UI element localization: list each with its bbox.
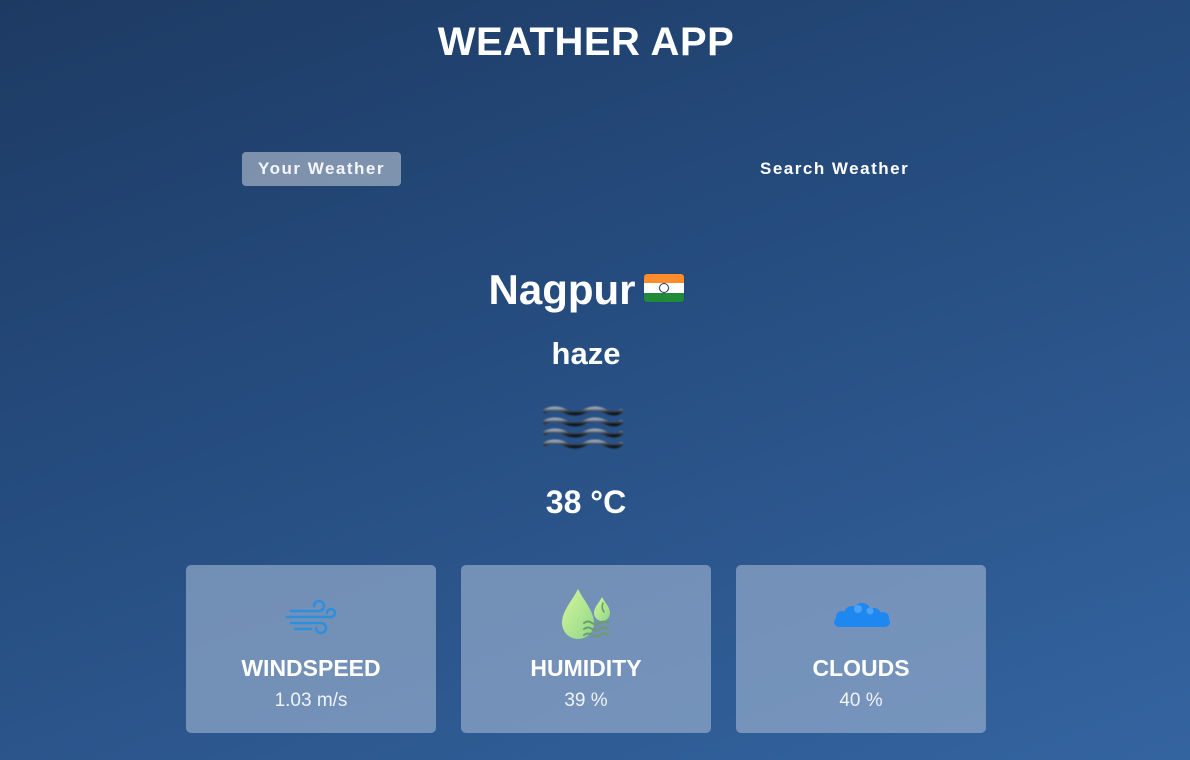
city-heading: Nagpur xyxy=(0,266,1172,314)
india-flag-icon xyxy=(643,274,684,302)
tab-search-weather[interactable]: Search Weather xyxy=(749,152,920,186)
weather-condition: haze xyxy=(551,336,621,371)
humidity-card: HUMIDITY 39 % xyxy=(461,565,711,733)
clouds-value: 40 % xyxy=(839,690,883,711)
windspeed-label: WINDSPEED xyxy=(241,655,381,681)
humidity-label: HUMIDITY xyxy=(530,655,642,681)
temperature: 38 °C xyxy=(545,484,627,520)
tab-your-weather[interactable]: Your Weather xyxy=(242,152,401,186)
windspeed-value: 1.03 m/s xyxy=(274,690,348,711)
haze-icon xyxy=(543,406,623,449)
humidity-icon xyxy=(562,589,610,639)
clouds-icon xyxy=(834,603,890,627)
app-title: WEATHER APP xyxy=(437,20,735,64)
clouds-label: CLOUDS xyxy=(812,655,910,681)
wind-icon xyxy=(285,599,337,635)
clouds-card: CLOUDS 40 % xyxy=(736,565,986,733)
humidity-value: 39 % xyxy=(564,690,608,711)
windspeed-card: WINDSPEED 1.03 m/s xyxy=(186,565,436,733)
city-name: Nagpur xyxy=(488,266,636,313)
